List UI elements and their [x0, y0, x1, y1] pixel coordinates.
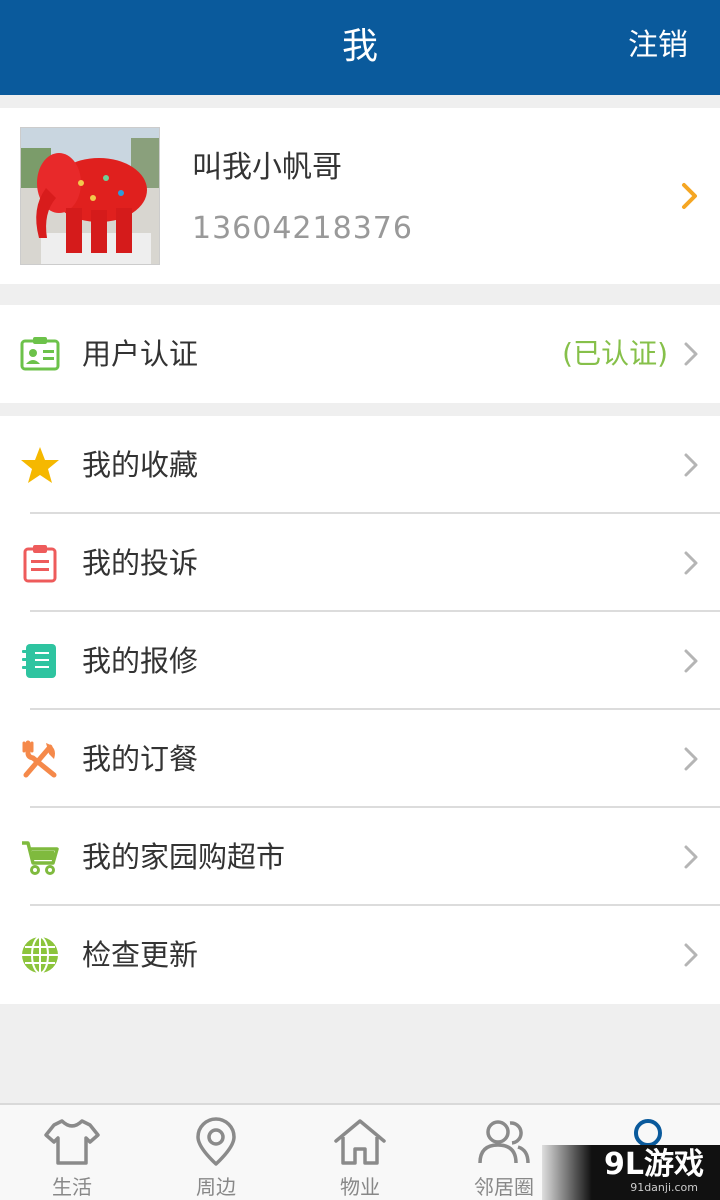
- menu-item-label: 用户认证: [82, 337, 199, 371]
- location-pin-icon: [196, 1117, 236, 1166]
- star-icon: [21, 447, 59, 483]
- avatar: [20, 127, 160, 265]
- chevron-right-icon: [684, 342, 698, 366]
- chevron-right-icon: [684, 649, 698, 673]
- chevron-right-icon: [682, 183, 697, 209]
- verified-status: (已认证): [562, 337, 668, 370]
- profile-name: 叫我小帆哥: [192, 150, 342, 185]
- clipboard-icon: [23, 545, 57, 583]
- tab-nearby[interactable]: 周边: [144, 1105, 288, 1200]
- menu-item-label: 我的投诉: [82, 546, 199, 580]
- menu-item-label: 我的报修: [82, 644, 199, 678]
- profile-phone: 13604218376: [192, 211, 413, 246]
- notebook-icon: [22, 644, 56, 678]
- chevron-right-icon: [684, 747, 698, 771]
- menu-item-repairs[interactable]: 我的报修: [0, 612, 720, 710]
- menu-item-favorites[interactable]: 我的收藏: [0, 416, 720, 514]
- page-title: 我: [341, 26, 378, 67]
- menu-item-complaints[interactable]: 我的投诉: [0, 514, 720, 612]
- fork-knife-icon: [22, 740, 57, 778]
- logout-button[interactable]: 注销: [628, 26, 688, 66]
- chevron-right-icon: [684, 943, 698, 967]
- watermark: 9L游戏 91danji.com: [542, 1145, 720, 1200]
- cart-icon: [22, 841, 59, 875]
- menu-item-label: 检查更新: [82, 938, 199, 972]
- menu-item-check-update[interactable]: 检查更新: [0, 906, 720, 1004]
- top-app-bar: 我 注销: [0, 0, 720, 95]
- tab-label: 生活: [52, 1175, 92, 1199]
- id-card-icon: [20, 337, 60, 371]
- tab-property[interactable]: 物业: [288, 1105, 432, 1200]
- watermark-text: 9L游戏: [604, 1147, 704, 1182]
- watermark-url: 91danji.com: [630, 1181, 698, 1194]
- tab-life[interactable]: 生活: [0, 1105, 144, 1200]
- people-icon: [478, 1120, 530, 1164]
- profile-card[interactable]: 叫我小帆哥 13604218376: [0, 108, 720, 284]
- menu-item-label: 我的收藏: [82, 448, 199, 482]
- menu-item-meal-orders[interactable]: 我的订餐: [0, 710, 720, 808]
- chevron-right-icon: [684, 845, 698, 869]
- shirt-icon: [44, 1119, 100, 1165]
- menu-item-verification[interactable]: 用户认证 (已认证): [0, 305, 720, 403]
- tab-label: 物业: [340, 1175, 380, 1199]
- house-icon: [334, 1119, 386, 1165]
- chevron-right-icon: [684, 453, 698, 477]
- tab-label: 周边: [196, 1175, 236, 1199]
- menu-item-label: 我的订餐: [82, 742, 199, 776]
- menu-item-label: 我的家园购超市: [82, 840, 286, 874]
- menu-item-supermarket[interactable]: 我的家园购超市: [0, 808, 720, 906]
- chevron-right-icon: [684, 551, 698, 575]
- globe-icon: [22, 936, 58, 974]
